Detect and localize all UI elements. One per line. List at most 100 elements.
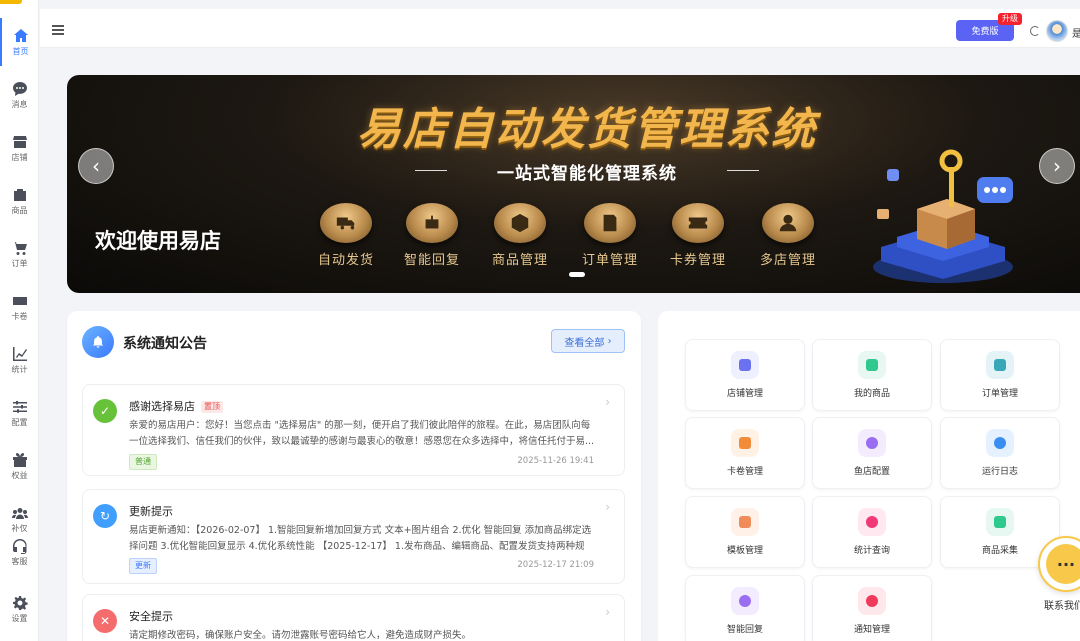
home-icon (13, 29, 28, 42)
notice-item-body: 亲爱的易店用户：您好！当您点击 "选择易店" 的那一刻，便开启了我们彼此陪伴的旅… (129, 420, 595, 447)
quick-stats-query[interactable]: 统计查询 (812, 496, 932, 568)
bell-icon (82, 326, 114, 358)
chat-icon (731, 587, 759, 615)
banner-title: 易店自动发货管理系统 (357, 104, 817, 155)
banner-prev-button[interactable]: ‹ (78, 148, 114, 184)
top-header: 免费版 升级 是 (40, 0, 1080, 48)
message-icon (12, 82, 27, 96)
notice-item[interactable]: ✕ 安全提示 请定期修改密码，确保账户安全。请勿泄露账号密码给它人，避免造成财产… (82, 594, 625, 641)
sidebar-item-label: 权益 (11, 471, 28, 480)
notice-item[interactable]: ↻ 更新提示 易店更新通知：【2026-02-07】 1.智能回复新增加回复方式… (82, 489, 625, 584)
quick-store-config[interactable]: 鱼店配置 (812, 417, 932, 489)
notice-item[interactable]: ✓ 感谢选择易店 置顶 亲爱的易店用户：您好！当您点击 "选择易店" 的那一刻，便… (82, 384, 625, 476)
headset-icon: ··· (1046, 544, 1080, 584)
sidebar-item-label: 客服 (11, 557, 28, 566)
bag-icon (986, 508, 1014, 536)
quick-template-management[interactable]: 模板管理 (685, 496, 805, 568)
notice-tag: 普通 (129, 454, 157, 470)
banner-feature: 商品管理 (487, 203, 553, 268)
sidebar-item-settings[interactable]: 设置 (0, 585, 39, 633)
quick-store-management[interactable]: 店铺管理 (685, 339, 805, 411)
banner-feature: 自动发货 (313, 203, 379, 268)
quick-notify-management[interactable]: 通知管理 (812, 575, 932, 641)
banner-welcome: 欢迎使用易店 (95, 229, 221, 253)
sidebar-item-stats[interactable]: 统计 (0, 336, 39, 384)
edit-icon (731, 508, 759, 536)
quick-smart-reply[interactable]: 智能回复 (685, 575, 805, 641)
notice-item-body: 请定期修改密码，确保账户安全。请勿泄露账号密码给它人，避免造成财产损失。 (129, 630, 472, 641)
banner-feature: 多店管理 (755, 203, 821, 268)
team-icon (11, 508, 28, 519)
gift-icon (12, 453, 27, 467)
robot-icon (425, 215, 439, 229)
chevron-left-icon: ‹ (92, 154, 100, 178)
banner-feature: 智能回复 (399, 203, 465, 268)
hero-banner: 易店自动发货管理系统 一站式智能化管理系统 欢迎使用易店 自动发货 智能回复 商… (67, 75, 1080, 293)
upgrade-badge[interactable]: 升级 (998, 13, 1022, 25)
store-icon (12, 136, 27, 148)
chevron-right-icon: › (605, 605, 610, 619)
sidebar-item-config[interactable]: 配置 (0, 389, 39, 437)
pinned-badge: 置顶 (201, 401, 223, 413)
notice-item-title: 更新提示 (129, 505, 173, 518)
sidebar-item-label: 消息 (11, 100, 28, 109)
user-icon (779, 214, 797, 232)
pie-chart-icon (858, 508, 886, 536)
refresh-icon[interactable] (1030, 26, 1040, 36)
sidebar-item-label: 商品 (11, 206, 28, 215)
sidebar-item-messages[interactable]: 消息 (0, 71, 39, 119)
headset-icon (12, 539, 27, 554)
quick-run-log[interactable]: 运行日志 (940, 417, 1060, 489)
bag-icon (858, 351, 886, 379)
notice-panel-title: 系统通知公告 (123, 336, 207, 352)
gear-icon (12, 596, 28, 610)
sidebar-item-label: 店铺 (11, 153, 28, 162)
bell-icon (858, 587, 886, 615)
sidebar-item-cards[interactable]: 卡卷 (0, 283, 39, 331)
cart-icon (12, 242, 27, 255)
sidebar-item-products[interactable]: 商品 (0, 177, 39, 225)
avatar[interactable] (1046, 20, 1068, 42)
carousel-indicator[interactable] (569, 272, 585, 277)
sidebar-item-store[interactable]: 店铺 (0, 124, 39, 172)
document-icon (986, 351, 1014, 379)
menu-toggle-icon[interactable] (52, 25, 64, 35)
package-icon (511, 213, 529, 233)
banner-feature: 卡券管理 (665, 203, 731, 268)
chevron-right-icon: › (605, 500, 610, 514)
app-logo-accent (0, 0, 22, 4)
card-icon (12, 297, 27, 305)
delivery-icon (336, 217, 355, 230)
quick-order-management[interactable]: 订单管理 (940, 339, 1060, 411)
sidebar: 首页 消息 店铺 商品 订单 卡卷 统计 配置 权益 补仅 客服 设置 (0, 0, 39, 641)
notice-tag: 更新 (129, 558, 157, 574)
banner-illustration (873, 149, 1013, 283)
banner-subtitle: 一站式智能化管理系统 (407, 159, 767, 184)
close-icon: ✕ (93, 609, 117, 633)
view-all-button[interactable]: 查看全部 › (551, 329, 625, 353)
banner-next-button[interactable]: › (1039, 148, 1075, 184)
quick-my-products[interactable]: 我的商品 (812, 339, 932, 411)
sliders-icon (12, 401, 27, 413)
refresh-icon: ↻ (93, 504, 117, 528)
notice-item-title: 安全提示 (129, 610, 173, 623)
contact-support-label[interactable]: 联系我们 (1044, 597, 1080, 612)
sidebar-item-label: 订单 (11, 259, 28, 268)
order-icon (603, 214, 617, 232)
sidebar-item-home[interactable]: 首页 (0, 18, 39, 66)
sidebar-item-label: 设置 (11, 614, 28, 623)
notice-item-body: 易店更新通知：【2026-02-07】 1.智能回复新增加回复方式 文本+图片组… (129, 525, 592, 552)
chevron-right-icon: › (1053, 154, 1061, 178)
user-name[interactable]: 是 (1072, 25, 1080, 40)
check-icon: ✓ (93, 399, 117, 423)
chevron-right-icon: › (605, 395, 610, 409)
chat-icon (986, 429, 1014, 457)
quick-card-management[interactable]: 卡卷管理 (685, 417, 805, 489)
sidebar-item-label: 卡卷 (11, 312, 28, 321)
notice-item-title: 感谢选择易店 置顶 (129, 398, 223, 414)
sidebar-item-label: 统计 (11, 365, 28, 374)
sidebar-item-benefits[interactable]: 权益 (0, 442, 39, 490)
quick-access-panel: 店铺管理 我的商品 订单管理 卡卷管理 鱼店配置 运行日志 模板管理 统计查询 … (658, 311, 1080, 641)
sidebar-item-orders[interactable]: 订单 (0, 230, 39, 278)
sidebar-item-support[interactable]: 客服 (0, 528, 39, 576)
